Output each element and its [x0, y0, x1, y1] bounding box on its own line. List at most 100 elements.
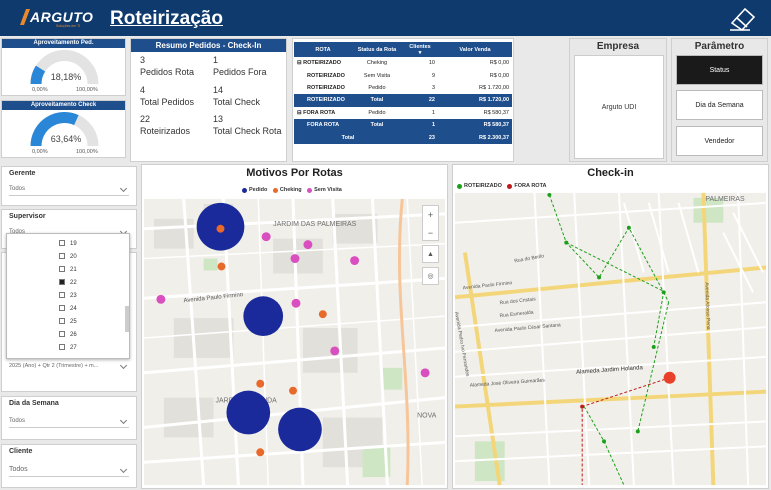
cheking-marker[interactable] [256, 448, 265, 457]
checkin-marker-roteirizado[interactable] [626, 225, 631, 230]
zoom-controls: + − [422, 205, 439, 241]
sem-visita-marker[interactable] [290, 254, 300, 264]
cliente-dropdown[interactable]: Todos [9, 463, 129, 477]
gauge-min: 0,00% [32, 87, 48, 93]
gauge-value: 63,64% [50, 134, 82, 144]
sem-visita-marker[interactable] [330, 346, 340, 356]
checkbox[interactable] [59, 331, 65, 338]
table-row: ⊟ ROTEIRIZADO Cheking 10 R$ 0,00 [297, 60, 509, 67]
sem-visita-marker[interactable] [303, 240, 313, 250]
list-item[interactable]: 26 [59, 330, 77, 340]
list-item[interactable]: 20 [59, 252, 77, 262]
gerente-slicer: Gerente Todos [1, 166, 137, 206]
col-header-status[interactable]: Status da Rota [352, 42, 402, 57]
kpi-total-check: 14 Total Check [213, 85, 261, 107]
gauge-max: 100,00% [76, 87, 98, 93]
col-header-clientes[interactable]: Clientes ▾ [402, 42, 438, 57]
checkbox[interactable] [59, 318, 65, 325]
checkbox[interactable] [59, 240, 65, 247]
checkin-marker-roteirizado[interactable] [547, 192, 552, 197]
pedido-marker[interactable] [226, 390, 271, 435]
cliente-slicer: Cliente Todos [1, 444, 137, 488]
parametro-slicer: Parâmetro Status Dia da Semana Vendedor [671, 38, 768, 162]
legend-pedido: Pedido [242, 187, 267, 193]
legend-roteirizado: ROTEIRIZADO [457, 183, 502, 189]
kpi-pedidos-rota: 3 Pedidos Rota [140, 55, 195, 77]
header-bar: ARGUTO Soluções em TI Roteirização [0, 0, 771, 36]
checkin-marker-roteirizado[interactable] [651, 344, 656, 349]
col-header-rota[interactable]: ROTA [294, 42, 352, 57]
param-vendedor-button[interactable]: Vendedor [676, 126, 763, 156]
param-dia-semana-button[interactable]: Dia da Semana [676, 90, 763, 120]
gauge-max: 100,00% [76, 149, 98, 155]
gerente-dropdown[interactable]: Todos [9, 182, 129, 196]
cheking-marker[interactable] [289, 386, 297, 395]
pedido-marker[interactable] [278, 407, 322, 452]
list-item[interactable]: 22 [59, 278, 77, 288]
cheking-marker[interactable] [318, 310, 327, 319]
map1-canvas[interactable]: JARDIM DAS PALMEIRAS Avenida Paulo Firmi… [144, 198, 445, 486]
kpi-summary-card: Resumo Pedidos - Check-In 3 Pedidos Rota … [130, 38, 287, 162]
list-item[interactable]: 21 [59, 265, 77, 275]
legend-fora-rota: FORA ROTA [507, 183, 547, 189]
empresa-option[interactable]: Arguto UDI [574, 55, 664, 159]
eraser-icon[interactable] [727, 4, 757, 32]
arguto-logo: ARGUTO Soluções em TI [10, 7, 93, 29]
checkin-marker-fora-rota[interactable] [663, 371, 676, 384]
checkin-marker-roteirizado[interactable] [635, 429, 640, 434]
checkin-marker-roteirizado[interactable] [564, 240, 569, 245]
chevron-down-icon [119, 361, 128, 370]
sem-visita-marker[interactable] [156, 294, 166, 304]
map2-canvas[interactable]: PALMEIRAS Avenida Paulo Firmino Alameda … [455, 192, 766, 486]
table-subtotal-row: FORA ROTA Total 1 R$ 580,37 [294, 118, 512, 132]
route-status-table: ROTA Status da Rota Clientes ▾ Valor Vend… [292, 38, 514, 162]
table-row: ROTEIRIZADO Pedido 3 R$ 1.720,00 [307, 84, 509, 91]
checkin-marker-roteirizado[interactable] [661, 290, 666, 295]
sem-visita-marker[interactable] [261, 232, 271, 242]
dia-semana-dropdown[interactable]: Todos [9, 414, 129, 428]
map-check-in: Check-in ROTEIRIZADO FORA ROTA PALMEIRAS… [452, 164, 769, 489]
list-item[interactable]: 23 [59, 291, 77, 301]
list-item[interactable]: 24 [59, 304, 77, 314]
dia-semana-slicer: Dia da Semana Todos [1, 396, 137, 440]
logo-mark-icon [20, 9, 30, 25]
svg-text:JARDIM DAS PALMEIRAS: JARDIM DAS PALMEIRAS [273, 221, 357, 228]
checkin-marker-roteirizado[interactable] [597, 275, 602, 280]
list-item[interactable]: 27 [59, 343, 77, 353]
locate-icon[interactable]: ◎ [422, 267, 439, 285]
checkbox-checked[interactable] [59, 279, 65, 286]
param-status-button[interactable]: Status [676, 55, 763, 85]
list-item[interactable]: 25 [59, 317, 77, 327]
sem-visita-marker[interactable] [420, 368, 430, 378]
cheking-marker[interactable] [216, 224, 225, 233]
sort-desc-icon: ▾ [418, 49, 422, 56]
table-row: ⊟ FORA ROTA Pedido 1 R$ 580,37 [297, 109, 509, 116]
checkin-marker-roteirizado[interactable] [602, 439, 607, 444]
road-view-icon[interactable]: ▲ [422, 245, 439, 263]
checkbox[interactable] [59, 253, 65, 260]
checkin-marker-fora-rota[interactable] [580, 404, 585, 409]
cheking-marker[interactable] [217, 262, 226, 271]
table-subtotal-row: ROTEIRIZADO Total 22 R$ 1.720,00 [294, 94, 512, 107]
chevron-down-icon [119, 184, 128, 193]
gauge-aproveitamento-check: Aproveitamento Check 63,64% 0,00% 100,00… [1, 100, 126, 158]
sem-visita-marker[interactable] [291, 298, 301, 308]
pedido-marker[interactable] [243, 296, 284, 337]
list-item[interactable]: 19 [59, 239, 77, 249]
collapse-icon: ⊟ [297, 60, 302, 67]
checkbox[interactable] [59, 266, 65, 273]
map2-legend: ROTEIRIZADO FORA ROTA [457, 183, 551, 191]
checkbox[interactable] [59, 292, 65, 299]
col-header-valor[interactable]: Valor Venda [438, 42, 512, 57]
checkbox[interactable] [59, 344, 65, 351]
kpi-roteirizados: 22 Roteirizados [140, 114, 191, 136]
page-title: Roteirização [110, 8, 223, 29]
sem-visita-marker[interactable] [350, 256, 360, 266]
zoom-out-icon[interactable]: − [423, 224, 438, 242]
zoom-in-icon[interactable]: + [423, 206, 438, 224]
cheking-marker[interactable] [256, 379, 265, 388]
day-dropdown-list: 19 20 21 22 23 24 25 26 27 [6, 233, 130, 359]
list-scrollbar[interactable] [125, 306, 129, 332]
checkbox[interactable] [59, 305, 65, 312]
date-dropdown[interactable]: 2025 (Ano) + Qtr 2 (Trimestre) + m... [9, 359, 129, 373]
